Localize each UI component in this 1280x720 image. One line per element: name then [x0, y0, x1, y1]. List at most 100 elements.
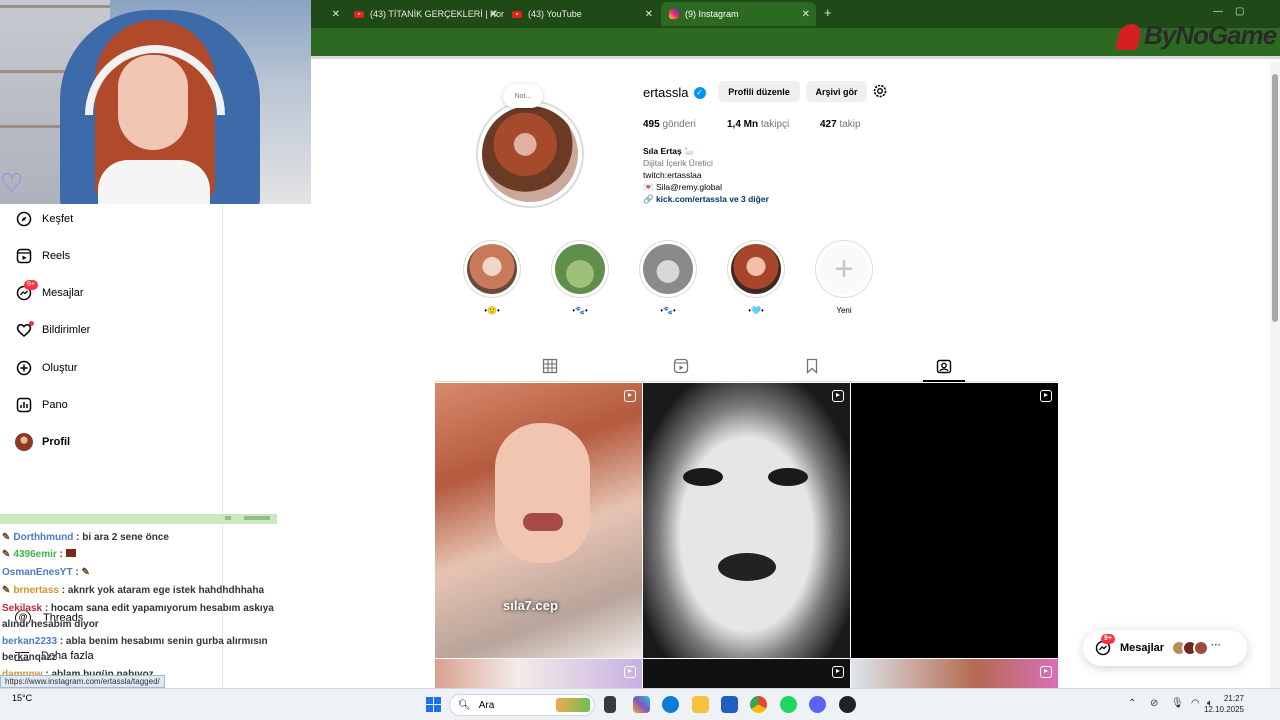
file-explorer-icon[interactable]: [692, 696, 709, 713]
browser-tab[interactable]: (43) TİTANİK GERÇEKLERİ | Kom ✕: [346, 2, 504, 26]
chat-message: ✎ 4396emir :: [2, 549, 76, 560]
posts-count: 495 gönderi: [643, 119, 696, 130]
store-icon[interactable]: [721, 696, 738, 713]
wifi-icon[interactable]: ◠: [1191, 698, 1200, 709]
reel-icon: [832, 390, 844, 402]
spotify-icon[interactable]: [780, 696, 797, 713]
story-highlight[interactable]: •🐾•: [639, 240, 697, 315]
post-tile[interactable]: [643, 659, 850, 688]
story-highlight[interactable]: •🐾•: [551, 240, 609, 315]
story-highlight[interactable]: •🙂•: [463, 240, 521, 315]
chat-message: ✎ Dorthhmund : bi ara 2 sene önce: [2, 532, 169, 543]
chat-text: :: [59, 549, 63, 560]
chat-bar-mark: [244, 516, 270, 520]
messages-label: Mesajlar: [1120, 642, 1165, 654]
page-scrollbar[interactable]: [1270, 62, 1280, 688]
plus-icon: +: [819, 244, 869, 294]
microphone-icon[interactable]: 🎙︎: [1171, 698, 1184, 709]
chrome-icon[interactable]: [750, 696, 767, 713]
browser-tab-active[interactable]: (9) Instagram ✕: [661, 2, 816, 26]
highlight-cover: [643, 244, 693, 294]
status-bar-url: https://www.instagram.com/ertassla/tagge…: [0, 675, 165, 688]
new-highlight-button[interactable]: + Yeni: [815, 240, 873, 315]
edit-profile-button[interactable]: Profili düzenle: [718, 81, 800, 102]
posts-grid-icon[interactable]: [542, 358, 558, 374]
story-highlight[interactable]: •🩵•: [727, 240, 785, 315]
bio-line: 💌 Sila@remy.global: [643, 182, 723, 192]
sidebar-item-label: Oluştur: [42, 362, 78, 374]
reel-icon: [1040, 390, 1052, 402]
close-tab-icon[interactable]: ✕: [490, 9, 498, 20]
chat-message: berkan2233 : abla benim hesabımı senin g…: [2, 636, 268, 647]
clock-date: 12.10.2025: [1203, 705, 1244, 714]
sidebar-item-notifications[interactable]: Bildirimler: [0, 316, 223, 344]
reel-icon: [832, 666, 844, 678]
logo-mark-icon: [1115, 24, 1143, 51]
chat-username: Sekilask: [2, 603, 43, 614]
windows-start-icon[interactable]: [426, 697, 441, 712]
taskbar-search[interactable]: 🔍︎ Ara: [449, 694, 595, 716]
browser-tab[interactable]: (43) YouTube ✕: [504, 2, 659, 26]
note-text: Not...: [514, 92, 532, 100]
saved-icon[interactable]: [804, 358, 820, 374]
scrollbar-thumb[interactable]: [1272, 74, 1278, 322]
bio-link[interactable]: 🔗 kick.com/ertassla ve 3 diğer: [643, 194, 769, 205]
task-view-icon[interactable]: [604, 696, 616, 713]
view-archive-button[interactable]: Arşivi gör: [806, 81, 867, 102]
dashboard-icon: [15, 396, 33, 414]
reels-tab-icon[interactable]: [673, 358, 689, 374]
chat-username: 4396emir: [13, 549, 57, 560]
highlight-label: •🐾•: [572, 306, 588, 315]
logo-text: ByNoGame: [1144, 20, 1277, 50]
sidebar-item-profile[interactable]: Profil: [0, 428, 223, 456]
post-lips: [718, 553, 776, 581]
copilot-icon[interactable]: [633, 696, 650, 713]
profile-avatar[interactable]: [476, 100, 584, 208]
following-count[interactable]: 427 takip: [820, 119, 861, 130]
bio-line: twitch:ertasslaa: [643, 170, 702, 180]
sidebar-item-dashboard[interactable]: Pano: [0, 391, 223, 419]
followers-count[interactable]: 1,4 Mn takipçi: [727, 119, 789, 130]
chat-username: OsmanEnesYT: [2, 567, 73, 578]
minimize-icon[interactable]: —: [1213, 6, 1223, 17]
network-off-icon[interactable]: ⊘: [1150, 698, 1158, 709]
post-tile[interactable]: [435, 659, 642, 688]
watermark-logo: ByNoGame: [1115, 20, 1277, 51]
highlight-ring: [551, 240, 609, 298]
more-icon: ···: [1211, 640, 1222, 651]
tagged-icon[interactable]: [936, 358, 952, 374]
avatar: [15, 433, 33, 451]
emote-icon: [65, 549, 76, 557]
post-tile[interactable]: sıla7.cep: [435, 383, 642, 658]
obs-icon[interactable]: [839, 696, 856, 713]
post-tile[interactable]: [851, 659, 1058, 688]
sidebar-item-messages[interactable]: 9+ Mesajlar: [0, 279, 223, 307]
notification-dot: [29, 321, 34, 326]
sidebar-item-reels[interactable]: Reels: [0, 242, 223, 270]
profile-note-bubble[interactable]: Not...: [503, 84, 543, 108]
instagram-sidebar: Keşfet Reels 9+ Mesajlar Bildirimler Olu…: [0, 204, 223, 514]
chevron-up-icon[interactable]: ⌃: [1128, 698, 1136, 709]
sidebar-item-explore[interactable]: Keşfet: [0, 205, 223, 233]
weather-widget[interactable]: 15°C: [12, 693, 32, 703]
stat-label: gönderi: [662, 119, 696, 130]
post-tile[interactable]: [851, 383, 1058, 658]
messages-floating-button[interactable]: 9+ Mesajlar ···: [1083, 630, 1247, 666]
discord-icon[interactable]: [809, 696, 826, 713]
highlight-label: •🐾•: [660, 306, 676, 315]
system-clock[interactable]: 21:27 12.10.2025: [1204, 693, 1244, 715]
browser-tab[interactable]: ✕: [311, 2, 346, 26]
new-tab-button[interactable]: +: [824, 5, 832, 20]
close-tab-icon[interactable]: ✕: [645, 9, 653, 20]
edge-icon[interactable]: [662, 696, 679, 713]
post-tile[interactable]: [643, 383, 850, 658]
chat-text: : aknrk yok ataram ege istek hahdhdhhaha: [61, 585, 265, 596]
chat-text: : hocam sana edit yapamıyorum hesabım as…: [44, 603, 274, 614]
close-tab-icon[interactable]: ✕: [802, 9, 810, 20]
gear-icon[interactable]: [872, 83, 888, 99]
stat-value: 427: [820, 119, 837, 130]
profile-photo: [482, 106, 578, 202]
maximize-icon[interactable]: ▢: [1235, 6, 1244, 17]
close-tab-icon[interactable]: ✕: [332, 9, 340, 20]
sidebar-item-create[interactable]: Oluştur: [0, 354, 223, 382]
